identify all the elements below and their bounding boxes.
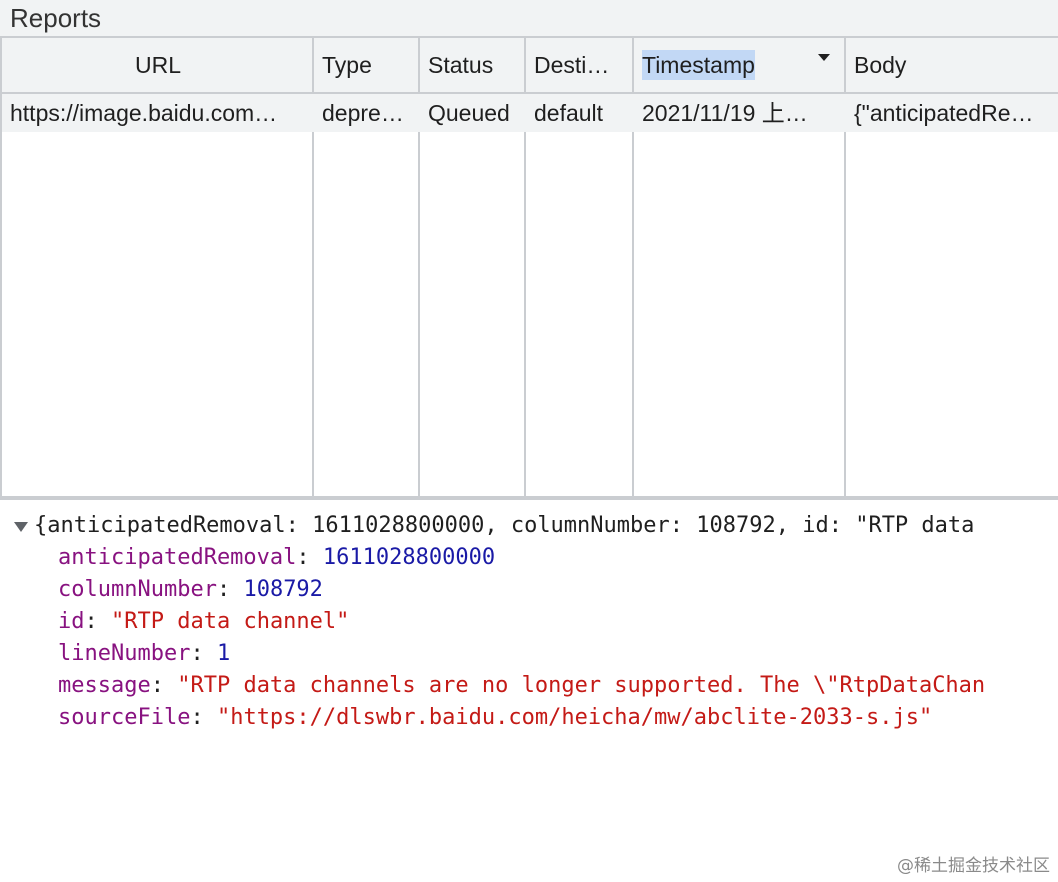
column-header-body[interactable]: Body <box>846 38 1058 92</box>
property-value: 1 <box>216 641 231 666</box>
property-value: "RTP data channels are no longer support… <box>177 673 986 698</box>
cell-destination: default <box>534 100 604 126</box>
property-row: message: "RTP data channels are no longe… <box>58 670 985 702</box>
property-row: columnNumber: 108792 <box>58 574 323 606</box>
column-header-type[interactable]: Type <box>314 38 420 92</box>
object-summary[interactable]: {anticipatedRemoval: 1611028800000, colu… <box>34 510 974 542</box>
property-row: anticipatedRemoval: 1611028800000 <box>58 542 495 574</box>
panel-title: Reports <box>10 3 102 33</box>
property-key: sourceFile <box>58 705 191 730</box>
cell-url: https://image.baidu.com… <box>10 100 278 126</box>
property-separator: : <box>190 705 217 730</box>
property-key: message <box>58 673 151 698</box>
property-key: lineNumber <box>58 641 191 666</box>
table-row[interactable]: https://image.baidu.com… depre… Queued d… <box>2 94 1058 132</box>
column-divider <box>312 132 314 496</box>
property-key: columnNumber <box>58 577 217 602</box>
property-value: 108792 <box>243 577 323 602</box>
column-header-timestamp[interactable]: Timestamp <box>634 38 846 92</box>
watermark: @稀土掘金技术社区 <box>897 856 1050 876</box>
property-row: id: "RTP data channel" <box>58 606 349 638</box>
sort-descending-icon <box>818 54 830 61</box>
column-header-destination[interactable]: Desti… <box>526 38 634 92</box>
reports-table: URL Type Status Desti… Timestamp Body ht… <box>0 36 1058 500</box>
property-separator: : <box>84 609 111 634</box>
property-key: id <box>58 609 85 634</box>
cell-timestamp: 2021/11/19 上… <box>642 100 808 126</box>
property-separator: : <box>296 545 323 570</box>
reports-panel-header: Reports <box>0 0 1058 36</box>
property-key: anticipatedRemoval <box>58 545 297 570</box>
column-header-url[interactable]: URL <box>2 38 314 92</box>
cell-status: Queued <box>428 100 510 126</box>
timestamp-header-label: Timestamp <box>642 50 755 80</box>
expand-triangle-icon[interactable] <box>14 522 28 532</box>
column-divider <box>418 132 420 496</box>
column-divider <box>632 132 634 496</box>
property-separator: : <box>216 577 244 602</box>
column-divider <box>524 132 526 496</box>
column-divider <box>844 132 846 496</box>
property-value: "https://dlswbr.baidu.com/heicha/mw/abcl… <box>216 705 933 730</box>
property-separator: : <box>190 641 217 666</box>
cell-type: depre… <box>322 100 404 126</box>
property-value: "RTP data channel" <box>111 609 350 634</box>
property-value: 1611028800000 <box>322 545 496 570</box>
column-header-status[interactable]: Status <box>420 38 526 92</box>
table-header: URL Type Status Desti… Timestamp Body <box>2 38 1058 94</box>
property-separator: : <box>150 673 178 698</box>
property-row: sourceFile: "https://dlswbr.baidu.com/he… <box>58 702 932 734</box>
property-row: lineNumber: 1 <box>58 638 230 670</box>
report-body-viewer: {anticipatedRemoval: 1611028800000, colu… <box>0 500 1058 882</box>
cell-body: {"anticipatedRe… <box>854 100 1034 126</box>
